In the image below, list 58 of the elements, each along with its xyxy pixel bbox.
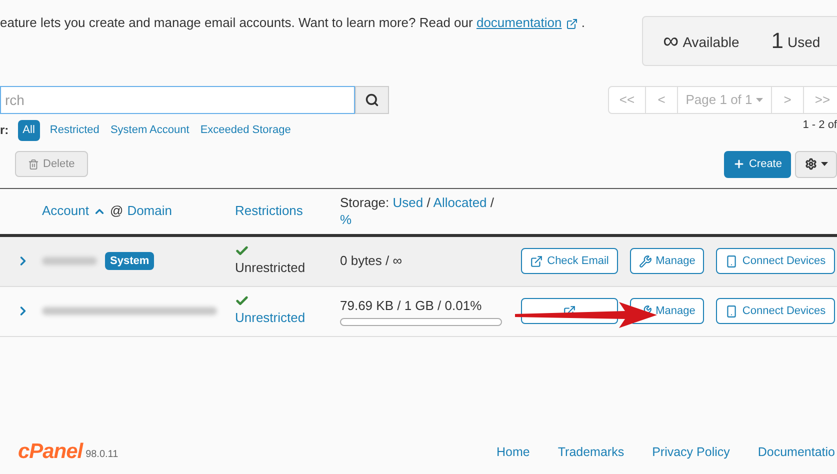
cpanel-logo: cPanel	[18, 442, 83, 462]
at-sign: @	[110, 202, 124, 220]
stat-label: Available	[682, 33, 740, 52]
documentation-link[interactable]: documentation	[476, 15, 562, 30]
filter-option[interactable]: Restricted	[48, 120, 100, 140]
last-page-button[interactable]: >>	[804, 87, 837, 113]
caret-icon	[756, 98, 764, 102]
footer-link[interactable]: Privacy Policy	[652, 443, 730, 462]
domain-sort-link[interactable]: Domain	[127, 201, 172, 221]
filter-option[interactable]: System Account	[109, 120, 190, 140]
storage-text: 79.69 KB / 1 GB / 0.01%	[340, 296, 483, 315]
action-button[interactable]: Connect Devices	[716, 248, 835, 274]
filter-option[interactable]: All	[18, 120, 40, 140]
settings-button[interactable]	[795, 150, 837, 178]
previous-page-button[interactable]: <	[646, 87, 678, 113]
account-sort-link[interactable]: Account	[42, 201, 89, 221]
page-select[interactable]: Page 1 of 1	[678, 87, 772, 113]
version-text: 98.0.11	[86, 448, 118, 462]
stat-label: Used	[788, 33, 820, 52]
phone-icon	[725, 254, 738, 268]
search-button[interactable]	[355, 86, 389, 114]
search-icon	[365, 93, 379, 107]
first-page-button[interactable]: <<	[609, 87, 646, 113]
external-link-icon	[566, 18, 578, 30]
slash-text: /	[490, 195, 494, 210]
next-page-button[interactable]: >	[772, 87, 804, 113]
action-button[interactable]: Check Email	[521, 248, 618, 274]
external-link-icon	[530, 254, 544, 268]
slash-text: /	[426, 195, 430, 210]
plus-icon	[732, 158, 745, 170]
blurred-account-name	[42, 257, 97, 265]
range-text: 1 - 2 of	[802, 118, 837, 133]
filter-option[interactable]: Exceeded Storage	[199, 120, 292, 140]
footer-link[interactable]: Documentatio	[758, 443, 835, 462]
restriction-text[interactable]: Unrestricted	[235, 308, 340, 328]
allocated-sort-link[interactable]: Allocated	[433, 195, 487, 210]
action-button[interactable]: Connect Devices	[716, 298, 835, 324]
storage-label: Storage:	[340, 195, 390, 210]
percent-sort-link[interactable]: %	[340, 212, 352, 227]
stat-value: ∞	[663, 29, 679, 53]
footer-link[interactable]: Home	[496, 443, 530, 462]
storage-text: 0 bytes / ∞	[340, 252, 404, 270]
caret-icon	[820, 162, 828, 166]
wrench-icon	[638, 254, 652, 268]
settings-icon	[804, 158, 816, 170]
footer-link[interactable]: Trademarks	[558, 443, 624, 462]
create-button[interactable]: Create	[724, 150, 791, 178]
search-field[interactable]: rch	[0, 86, 355, 114]
intro-text: eature lets you create and manage email accounts. Want to learn more? Read our documentation .	[0, 14, 585, 32]
filter-label: r:	[0, 122, 9, 140]
action-button[interactable]: Manage	[630, 248, 704, 274]
trash-icon	[28, 158, 39, 170]
restriction-text: Unrestricted	[235, 259, 306, 278]
phone-icon	[725, 304, 738, 318]
stat-value: 1	[771, 29, 784, 53]
used-sort-link[interactable]: Used	[392, 195, 424, 210]
restrictions-sort-link[interactable]: Restrictions	[235, 201, 340, 221]
system-label: System	[105, 252, 154, 270]
